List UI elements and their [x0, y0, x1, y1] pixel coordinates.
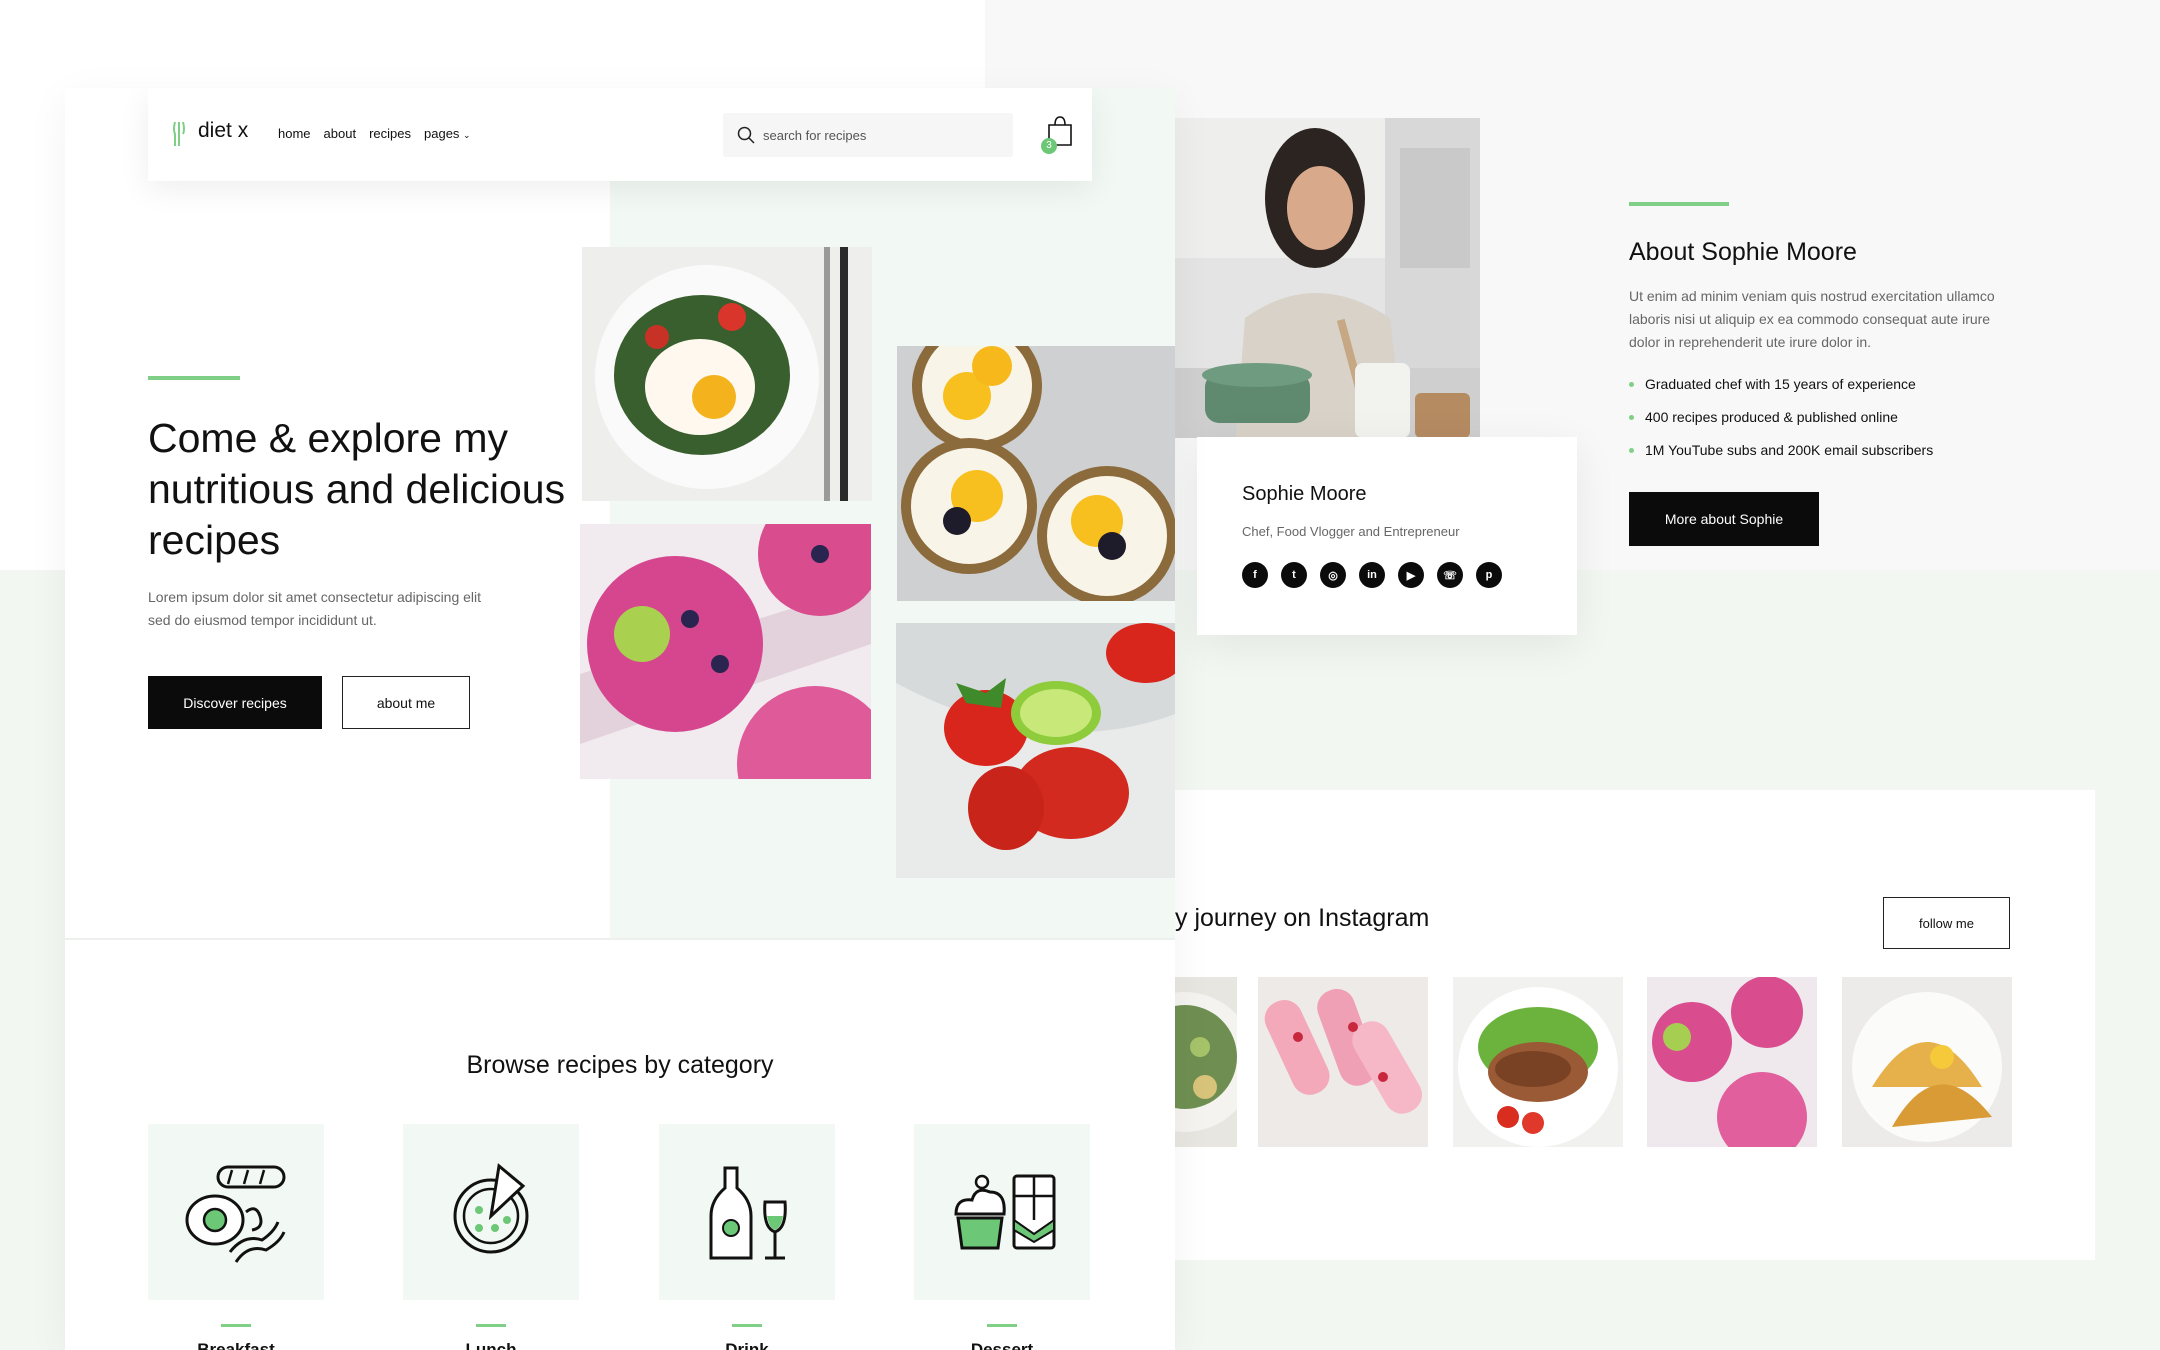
cart-count-badge: 3 — [1041, 138, 1057, 154]
category-dessert[interactable] — [914, 1124, 1090, 1300]
about-me-button[interactable]: about me — [342, 676, 470, 729]
about-text: Ut enim ad minim veniam quis nostrud exe… — [1629, 288, 1995, 350]
twitter-icon[interactable]: t — [1281, 562, 1307, 588]
profile-card: Sophie Moore Chef, Food Vlogger and Entr… — [1197, 437, 1577, 635]
nav-pages[interactable]: pages ⌄ — [424, 126, 471, 141]
instagram-section: y journey on Instagram follow me — [1175, 790, 2095, 1260]
category-label-breakfast[interactable]: Breakfast — [148, 1340, 324, 1350]
instagram-photo[interactable] — [1258, 977, 1428, 1147]
nav-links: home about recipes pages ⌄ — [278, 126, 471, 141]
instagram-photo[interactable] — [1842, 977, 2012, 1147]
about-title: About Sophie Moore — [1629, 238, 1857, 266]
category-accent-line — [987, 1324, 1017, 1327]
about-bullet: 400 recipes produced & published online — [1629, 409, 2049, 425]
profile-role: Chef, Food Vlogger and Entrepreneur — [1242, 524, 1460, 539]
breakfast-icon — [185, 1165, 286, 1263]
discover-recipes-button[interactable]: Discover recipes — [148, 676, 322, 729]
about-accent-line — [1629, 202, 1729, 206]
follow-me-button[interactable]: follow me — [1883, 897, 2010, 949]
logo-text[interactable]: diet x — [198, 119, 248, 143]
navbar: diet x home about recipes pages ⌄ 3 — [148, 88, 1092, 181]
instagram-photo[interactable] — [1175, 977, 1237, 1147]
nav-home[interactable]: home — [278, 126, 311, 141]
about-bullet: Graduated chef with 15 years of experien… — [1629, 376, 2049, 392]
about-bullets: Graduated chef with 15 years of experien… — [1629, 376, 2049, 475]
search-box[interactable] — [723, 113, 1013, 157]
strawberries-photo — [896, 623, 1175, 878]
instagram-photo[interactable] — [1647, 977, 1817, 1147]
chef-photo — [1175, 118, 1480, 438]
linkedin-icon[interactable]: in — [1359, 562, 1385, 588]
nav-recipes[interactable]: recipes — [369, 126, 411, 141]
dessert-icon — [954, 1174, 1056, 1250]
search-icon — [737, 126, 755, 144]
category-breakfast[interactable] — [148, 1124, 324, 1300]
facebook-icon[interactable]: f — [1242, 562, 1268, 588]
pizza-icon — [453, 1163, 529, 1254]
profile-name: Sophie Moore — [1242, 483, 1367, 505]
instagram-title: y journey on Instagram — [1175, 904, 1430, 932]
nav-about[interactable]: about — [324, 126, 357, 141]
category-accent-line — [476, 1324, 506, 1327]
chevron-down-icon: ⌄ — [463, 130, 471, 140]
home-page-mockup: diet x home about recipes pages ⌄ 3 Come… — [65, 88, 1175, 1350]
fruit-tarts-photo — [897, 346, 1175, 601]
category-label-lunch[interactable]: Lunch — [403, 1340, 579, 1350]
berry-drink-photo — [580, 524, 871, 779]
category-lunch[interactable] — [403, 1124, 579, 1300]
search-input[interactable] — [763, 113, 1003, 157]
nav-pages-label: pages — [424, 126, 460, 141]
logo-icon — [173, 121, 185, 146]
youtube-icon[interactable]: ▶ — [1398, 562, 1424, 588]
pinterest-icon[interactable]: p — [1476, 562, 1502, 588]
more-about-button[interactable]: More about Sophie — [1629, 492, 1819, 546]
hero-accent-line — [148, 376, 240, 380]
instagram-photo[interactable] — [1453, 977, 1623, 1147]
hero-title: Come & explore my nutritious and delicio… — [148, 415, 566, 563]
categories-title: Browse recipes by category — [466, 1051, 774, 1079]
egg-salad-photo — [582, 247, 872, 501]
instagram-icon[interactable]: ◎ — [1320, 562, 1346, 588]
category-drink[interactable] — [659, 1124, 835, 1300]
hero-description: Lorem ipsum dolor sit amet consectetur a… — [148, 589, 482, 628]
section-divider — [65, 938, 1175, 940]
drink-icon — [709, 1166, 787, 1260]
category-label-drink[interactable]: Drink — [659, 1340, 835, 1350]
social-links: f t ◎ in ▶ ☏ p — [1242, 562, 1502, 588]
category-accent-line — [732, 1324, 762, 1327]
whatsapp-icon[interactable]: ☏ — [1437, 562, 1463, 588]
category-label-dessert[interactable]: Dessert — [914, 1340, 1090, 1350]
category-accent-line — [221, 1324, 251, 1327]
about-bullet: 1M YouTube subs and 200K email subscribe… — [1629, 442, 2049, 458]
